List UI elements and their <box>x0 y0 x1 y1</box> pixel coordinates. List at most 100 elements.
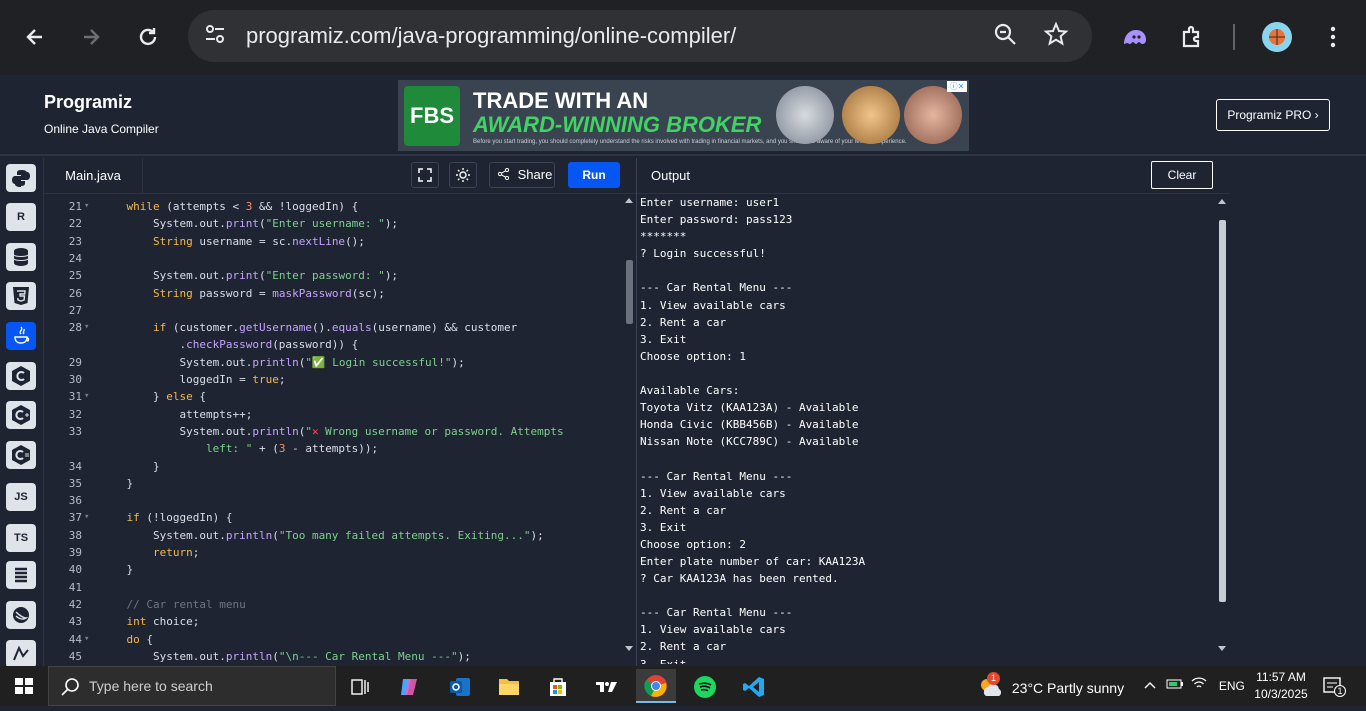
line-number: 28 <box>68 321 82 335</box>
extensions-puzzle-icon[interactable] <box>1178 22 1208 52</box>
code-line[interactable]: .checkPassword(password)) { <box>100 338 358 351</box>
javascript-icon[interactable]: JS <box>6 483 36 511</box>
html5-icon[interactable] <box>6 282 36 310</box>
code-line[interactable]: System.out.println("✕ Wrong username or … <box>100 425 563 438</box>
site-settings-icon[interactable] <box>200 21 230 51</box>
code-line[interactable]: while (attempts < 3 && !loggedIn) { <box>100 200 359 213</box>
back-icon[interactable] <box>20 22 50 52</box>
windows-start-icon[interactable] <box>0 666 48 706</box>
bookmark-star-icon[interactable] <box>1041 21 1071 51</box>
weather-widget[interactable]: 1 23°C Partly sunny <box>978 672 1124 698</box>
outlook-icon[interactable] <box>440 672 480 702</box>
right-margin <box>1230 158 1366 666</box>
fold-arrow-icon[interactable]: ▾ <box>84 201 89 211</box>
forward-icon[interactable] <box>76 22 106 52</box>
ad-choices-icon[interactable]: ⓘ✕ <box>947 81 967 92</box>
reload-icon[interactable] <box>133 22 163 52</box>
code-line[interactable]: System.out.println("\n--- Car Rental Men… <box>100 650 471 663</box>
code-line[interactable]: } <box>100 477 133 490</box>
programiz-pro-button[interactable]: Programiz PRO › <box>1216 99 1330 131</box>
tab-main-java[interactable]: Main.java <box>44 158 143 193</box>
code-line[interactable]: if (customer.getUsername().equals(userna… <box>100 321 517 334</box>
code-line[interactable]: System.out.print("Enter username: "); <box>100 217 398 230</box>
sql-database-icon[interactable] <box>6 243 36 271</box>
system-clock[interactable]: 11:57 AM 10/3/2025 <box>1248 669 1314 703</box>
chrome-taskbar-icon[interactable] <box>636 669 676 703</box>
code-line[interactable]: attempts++; <box>100 408 252 421</box>
java-icon[interactable] <box>6 322 36 350</box>
code-line[interactable]: if (!loggedIn) { <box>100 511 233 524</box>
code-line[interactable]: left: " + (3 - attempts)); <box>100 442 378 455</box>
extension-copilot-icon[interactable] <box>1120 22 1150 52</box>
code-line[interactable]: // Car rental menu <box>100 598 246 611</box>
output-console[interactable]: Enter username: user1 Enter password: pa… <box>640 194 1215 664</box>
code-line[interactable]: System.out.println("✅ Login successful!"… <box>100 356 464 369</box>
code-line[interactable]: return; <box>100 546 199 559</box>
zoom-icon[interactable] <box>990 21 1020 51</box>
code-line[interactable]: String password = maskPassword(sc); <box>100 287 385 300</box>
code-line[interactable]: } <box>100 460 160 473</box>
file-explorer-icon[interactable] <box>489 672 529 702</box>
language-sidebar: R JS TS <box>0 158 44 668</box>
clear-button[interactable]: Clear <box>1151 161 1213 189</box>
editor-scrollbar[interactable] <box>622 194 637 666</box>
line-number: 39 <box>68 546 82 559</box>
csharp-language-icon[interactable] <box>6 441 36 469</box>
battery-icon[interactable] <box>1166 678 1188 693</box>
cpp-language-icon[interactable] <box>6 401 36 429</box>
vscode-icon[interactable] <box>734 672 774 702</box>
fold-arrow-icon[interactable]: ▾ <box>84 512 89 522</box>
profile-avatar[interactable] <box>1262 22 1292 52</box>
go-language-icon[interactable] <box>6 561 36 589</box>
taskbar-search-box[interactable]: Type here to search <box>48 666 336 706</box>
swift-language-icon[interactable] <box>6 601 36 629</box>
chevron-up-icon[interactable] <box>1144 678 1162 693</box>
copilot-icon[interactable] <box>390 672 430 702</box>
notifications-icon[interactable]: 1 <box>1322 674 1346 698</box>
tradingview-icon[interactable] <box>587 672 627 702</box>
spotify-icon[interactable] <box>685 672 725 702</box>
line-number: 44 <box>68 632 82 646</box>
code-editor-panel: Main.java Share Run 21 ▾ while (attempts … <box>44 158 637 666</box>
line-number: 41 <box>68 580 82 594</box>
code-line[interactable]: System.out.println("Too many failed atte… <box>100 529 544 542</box>
programiz-logo[interactable]: Programiz <box>44 92 132 113</box>
microsoft-store-icon[interactable] <box>538 672 578 702</box>
fold-arrow-icon[interactable]: ▾ <box>84 322 89 332</box>
code-line[interactable]: loggedIn = true; <box>100 373 285 386</box>
c-language-icon[interactable] <box>6 362 36 390</box>
wifi-icon[interactable] <box>1191 676 1215 693</box>
line-number: 29 <box>68 355 82 369</box>
ad-disclaimer: Before you start trading, you should com… <box>473 139 907 145</box>
code-line[interactable]: String username = sc.nextLine(); <box>100 235 365 248</box>
menu-kebab-icon[interactable] <box>1318 22 1348 52</box>
url-text[interactable]: programiz.com/java-programming/online-co… <box>246 23 736 49</box>
code-line[interactable]: } <box>100 563 133 576</box>
typescript-icon[interactable]: TS <box>6 524 36 552</box>
code-line[interactable]: } else { <box>100 390 206 403</box>
language-indicator[interactable]: ENG <box>1219 679 1245 693</box>
code-line[interactable]: int choice; <box>100 615 200 628</box>
code-area[interactable]: 21 ▾ while (attempts < 3 && !loggedIn) {2… <box>44 194 624 666</box>
fullscreen-icon[interactable] <box>411 162 439 188</box>
output-panel: Output Clear Enter username: user1 Enter… <box>637 158 1230 666</box>
code-line[interactable]: do { <box>100 633 154 646</box>
windows-taskbar: Type here to search 1 23°C Partly sunny … <box>0 666 1366 706</box>
advertisement-banner[interactable]: FBS TRADE WITH AN AWARD-WINNING BROKER B… <box>398 80 969 151</box>
share-label: Share <box>517 167 553 182</box>
fold-arrow-icon[interactable]: ▾ <box>84 634 89 644</box>
line-number: 32 <box>68 407 82 421</box>
task-view-icon[interactable] <box>340 672 380 702</box>
share-button[interactable]: Share <box>489 162 555 188</box>
code-line[interactable]: System.out.print("Enter password: "); <box>100 269 398 282</box>
python-icon[interactable] <box>6 164 36 192</box>
theme-toggle-icon[interactable] <box>449 162 477 188</box>
output-scrollbar[interactable] <box>1215 194 1230 666</box>
address-bar[interactable]: programiz.com/java-programming/online-co… <box>188 10 1092 62</box>
line-number: 35 <box>68 476 82 490</box>
r-language-icon[interactable]: R <box>6 203 36 231</box>
run-button[interactable]: Run <box>568 162 620 188</box>
line-number: 36 <box>68 494 82 508</box>
rust-language-icon[interactable] <box>6 640 36 668</box>
fold-arrow-icon[interactable]: ▾ <box>84 391 89 401</box>
